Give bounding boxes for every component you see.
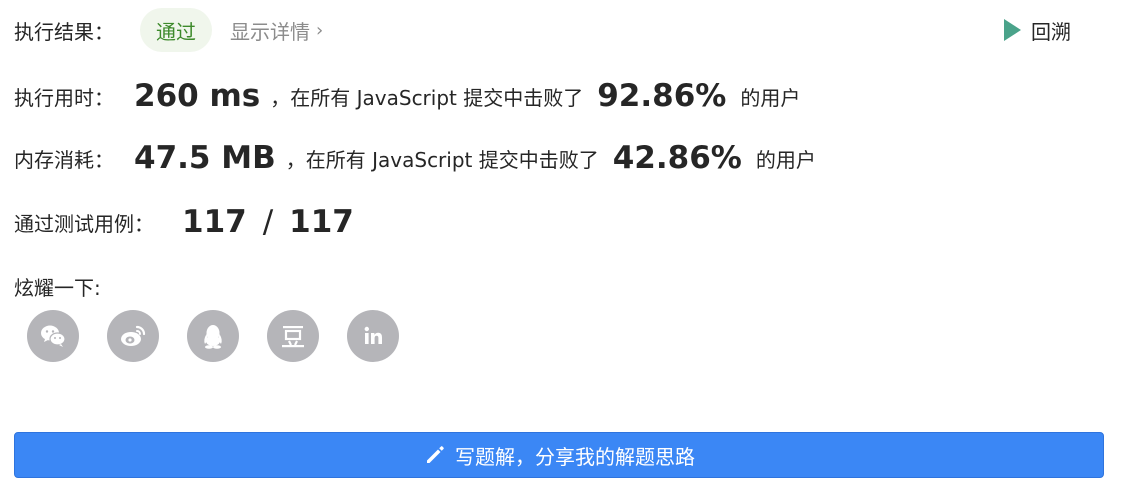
memory-value: 47.5 MB xyxy=(134,140,276,176)
wechat-icon xyxy=(41,325,66,347)
play-icon xyxy=(1004,19,1021,41)
share-douban-button[interactable] xyxy=(267,310,319,362)
tests-passed: 117 xyxy=(182,204,247,240)
chevron-right-icon: › xyxy=(316,19,324,41)
runtime-value: 260 ms xyxy=(134,78,261,114)
runtime-row: 执行用时： 260 ms ，在所有 JavaScript 提交中击败了 92.8… xyxy=(14,74,800,118)
douban-icon xyxy=(282,326,304,348)
show-details-text: 显示详情 xyxy=(230,19,310,44)
tests-separator: / xyxy=(262,204,274,240)
runtime-percent: 92.86% xyxy=(597,78,727,114)
runtime-comparison: ，在所有 JavaScript 提交中击败了 xyxy=(270,85,584,110)
memory-row: 内存消耗： 47.5 MB ，在所有 JavaScript 提交中击败了 42.… xyxy=(14,136,816,180)
replay-button[interactable]: 回溯 xyxy=(1004,12,1071,48)
share-wechat-button[interactable] xyxy=(27,310,79,362)
share-linkedin-button[interactable] xyxy=(347,310,399,362)
share-weibo-button[interactable] xyxy=(107,310,159,362)
replay-label: 回溯 xyxy=(1031,19,1071,44)
share-row: 炫耀一下: xyxy=(14,266,101,306)
memory-label: 内存消耗： xyxy=(14,147,114,172)
memory-suffix: 的用户 xyxy=(755,147,816,172)
show-details-link[interactable]: 显示详情 › xyxy=(230,16,323,45)
write-solution-label: 写题解，分享我的解题思路 xyxy=(455,444,695,469)
write-solution-button[interactable]: 写题解，分享我的解题思路 xyxy=(14,432,1104,478)
social-share-list xyxy=(27,310,427,362)
tests-row: 通过测试用例： 117 / 117 xyxy=(14,200,354,244)
pencil-icon xyxy=(427,446,444,463)
result-row: 执行结果： 通过 显示详情 › xyxy=(14,8,323,52)
runtime-label: 执行用时： xyxy=(14,85,114,110)
tests-total: 117 xyxy=(289,204,354,240)
memory-comparison: ，在所有 JavaScript 提交中击败了 xyxy=(285,147,599,172)
share-label: 炫耀一下: xyxy=(14,275,101,300)
weibo-icon xyxy=(121,325,146,346)
linkedin-icon xyxy=(364,326,382,344)
memory-percent: 42.86% xyxy=(612,140,742,176)
share-qq-button[interactable] xyxy=(187,310,239,362)
qq-icon xyxy=(204,325,222,349)
runtime-suffix: 的用户 xyxy=(740,85,801,110)
status-badge: 通过 xyxy=(140,8,212,52)
tests-label: 通过测试用例： xyxy=(14,211,154,236)
result-label: 执行结果： xyxy=(14,19,114,44)
